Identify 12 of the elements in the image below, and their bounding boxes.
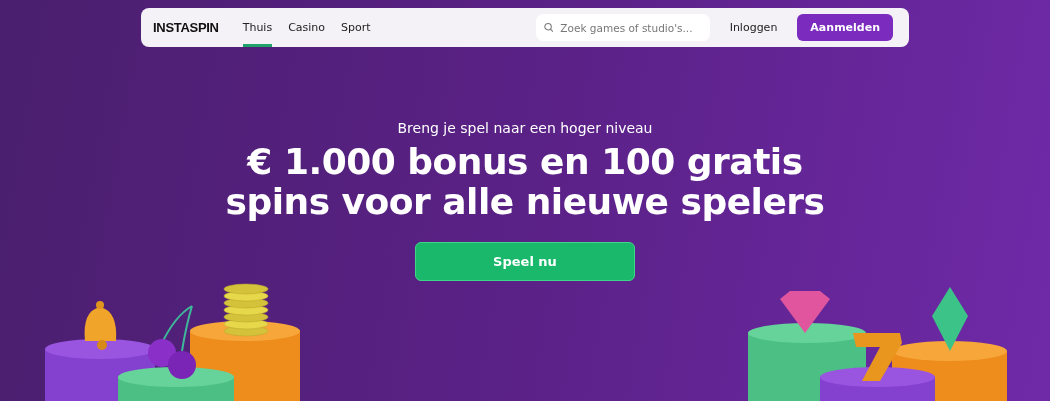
search-field[interactable]: Zoek games of studio's... [535, 14, 710, 41]
logo[interactable]: INSTASPIN [153, 20, 219, 35]
nav-link[interactable]: Thuis [242, 8, 273, 47]
hero-title: spins voor alle nieuwe spelers [225, 182, 825, 222]
search-icon [543, 22, 554, 33]
nav-link[interactable]: Sport [341, 8, 371, 47]
nav-link[interactable]: Casino [288, 8, 326, 47]
hero-title: € 1.000 bonus en 100 gratis [247, 142, 803, 182]
login-link[interactable]: Inloggen [729, 21, 778, 34]
search-input[interactable]: Zoek games of studio's... [558, 20, 702, 35]
hero-subtitle: Breng je spel naar een hoger niveau [397, 120, 653, 136]
signup-button[interactable]: Aanmelden [797, 14, 893, 41]
